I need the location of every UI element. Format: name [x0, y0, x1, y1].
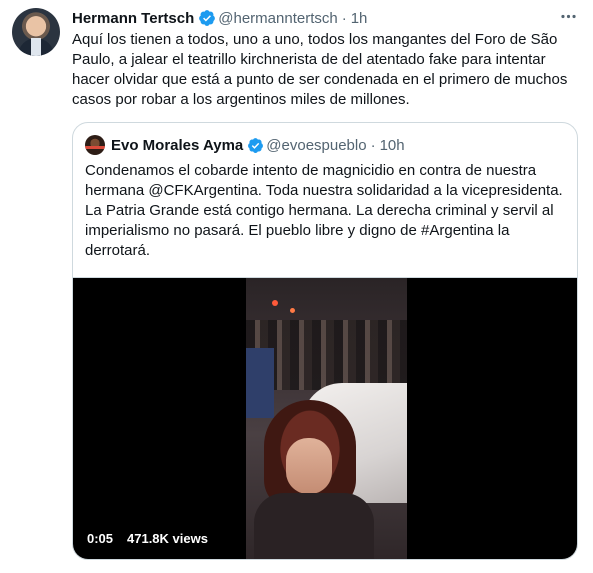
author-name[interactable]: Hermann Tertsch — [72, 10, 194, 27]
tweet[interactable]: Hermann Tertsch @hermanntertsch · 1h Aqu… — [0, 0, 593, 573]
avatar-headband — [85, 146, 105, 149]
tweet-timestamp[interactable]: 1h — [351, 10, 368, 27]
video-figure-left — [246, 348, 274, 418]
separator-dot: · — [341, 9, 347, 27]
video-player[interactable]: 0:05 471.8K views — [73, 277, 577, 559]
video-frame — [246, 278, 407, 559]
video-light — [290, 308, 295, 313]
separator-dot: · — [370, 136, 376, 154]
video-view-count: 471.8K views — [127, 531, 208, 546]
verified-badge-icon — [247, 137, 264, 154]
video-person-body — [254, 493, 374, 559]
avatar-shirt — [31, 38, 41, 56]
quoted-author-name[interactable]: Evo Morales Ayma — [111, 137, 243, 154]
quoted-tweet-text: Condenamos el cobarde intento de magnici… — [85, 162, 563, 259]
more-horizontal-icon[interactable] — [556, 6, 580, 26]
tweet-text: Aquí los tienen a todos, uno a uno, todo… — [72, 31, 568, 108]
verified-badge-icon — [198, 9, 216, 27]
author-avatar[interactable] — [12, 8, 60, 56]
quoted-tweet[interactable]: Evo Morales Ayma @evoespueblo · 10h Cond… — [72, 122, 578, 560]
quoted-tweet-timestamp[interactable]: 10h — [380, 137, 405, 154]
video-person-face — [286, 438, 332, 494]
tweet-header: Hermann Tertsch @hermanntertsch · 1h — [72, 8, 367, 28]
video-duration: 0:05 — [87, 531, 114, 546]
video-light — [272, 300, 278, 306]
quoted-author-avatar[interactable] — [85, 135, 105, 155]
author-handle[interactable]: @hermanntertsch — [218, 10, 337, 27]
quoted-author-handle[interactable]: @evoespueblo — [266, 137, 366, 154]
quoted-tweet-header: Evo Morales Ayma @evoespueblo · 10h — [85, 135, 405, 155]
